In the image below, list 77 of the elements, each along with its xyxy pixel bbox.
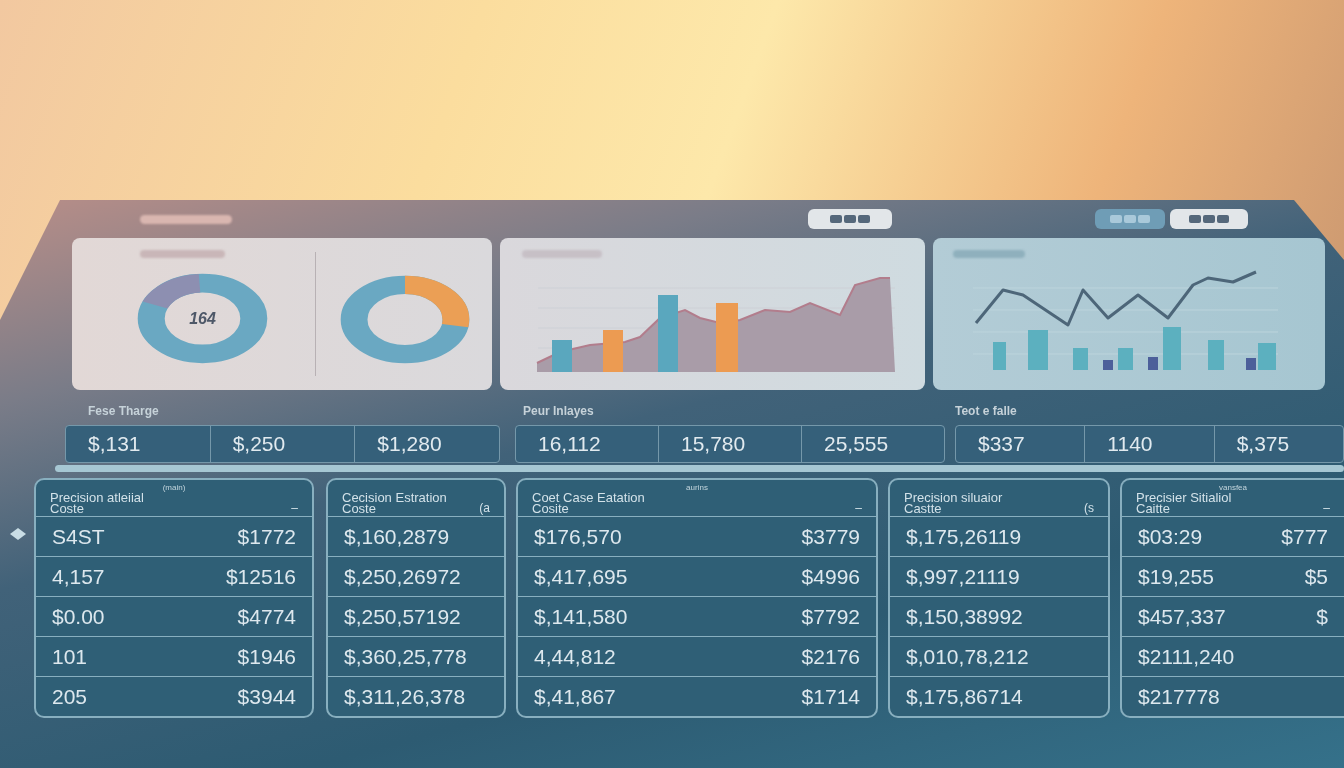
- cost-value: $,160,2879: [344, 523, 450, 550]
- cost-value: $,141,580: [534, 603, 628, 630]
- cost-value: $,250,26972: [344, 563, 461, 590]
- cost-value: $,311,26,378: [344, 683, 466, 710]
- cost-value: 4,44,812: [534, 643, 616, 670]
- corner-mark: –: [855, 502, 862, 514]
- group-label: Fese Tharge: [88, 404, 159, 418]
- column-subtitle: Caitte: [1136, 503, 1170, 514]
- cost-value: 4,157: [52, 563, 105, 590]
- cost-value: $217778: [1138, 683, 1220, 710]
- summary-value: 25,555: [824, 431, 889, 458]
- cost-value: $176,570: [534, 523, 622, 550]
- summary-value: $1,280: [377, 431, 442, 458]
- summary-value: 1140: [1107, 431, 1153, 458]
- column-title: Cecision Estration: [342, 492, 447, 503]
- diamond-icon: [10, 528, 26, 540]
- column-title: Precision atleiial: [50, 492, 144, 503]
- cost-value: $777: [1281, 523, 1328, 550]
- cost-value: $,010,78,212: [906, 643, 1029, 670]
- corner-mark: –: [291, 502, 298, 514]
- column-title: Coet Case Eatation: [532, 492, 645, 503]
- column-subtitle: Coste: [342, 503, 376, 514]
- summary-value: $337: [978, 431, 1025, 458]
- column-note: (main): [162, 483, 186, 492]
- cost-value: 101: [52, 643, 88, 670]
- cost-value: $,175,86714: [906, 683, 1023, 710]
- corner-mark: (a: [479, 502, 490, 514]
- summary-value: $,375: [1236, 431, 1290, 458]
- cost-value: S4ST: [52, 523, 105, 550]
- cost-value: $457,337: [1138, 603, 1226, 630]
- summary-value: $,250: [232, 431, 286, 458]
- cost-value: $5: [1304, 563, 1328, 590]
- cost-value: $1772: [237, 523, 296, 550]
- cost-value: $03:29: [1138, 523, 1203, 550]
- corner-mark: (s: [1084, 502, 1094, 514]
- cost-value: $,150,38992: [906, 603, 1023, 630]
- cost-value: $4774: [237, 603, 296, 630]
- blocks-icon: [1189, 215, 1229, 223]
- cost-value: $,417,695: [534, 563, 628, 590]
- column-note: vansfea: [1219, 483, 1247, 492]
- group-label: Teot e falle: [955, 404, 1017, 418]
- cost-value: 205: [52, 683, 88, 710]
- corner-mark: –: [1323, 502, 1330, 514]
- cost-value: $,175,26119: [906, 523, 1022, 550]
- cost-value: $12516: [225, 563, 296, 590]
- cost-value: $19,255: [1138, 563, 1214, 590]
- cost-value: $7792: [801, 603, 860, 630]
- cost-value: $4996: [801, 563, 860, 590]
- cost-value: $,360,25,778: [344, 643, 467, 670]
- column-title: Precisier Sitialiol: [1136, 492, 1232, 503]
- blocks-icon: [1110, 215, 1150, 223]
- cost-value: $1946: [237, 643, 296, 670]
- cost-value: $,250,57192: [344, 603, 461, 630]
- summary-value: $,131: [88, 431, 141, 458]
- column-title: Precision siluaior: [904, 492, 1003, 503]
- column-subtitle: Coste: [50, 503, 84, 514]
- cost-value: $2111,240: [1138, 643, 1235, 670]
- cost-value: $0.00: [52, 603, 105, 630]
- donut-center-value: 164: [189, 308, 216, 329]
- column-subtitle: Castte: [904, 503, 942, 514]
- cost-value: $: [1316, 603, 1328, 630]
- group-label: Peur Inlayes: [523, 404, 594, 418]
- blurred-chart-title: [953, 250, 1025, 258]
- summary-value: 15,780: [681, 431, 746, 458]
- cost-value: $1714: [801, 683, 860, 710]
- cost-value: $3779: [801, 523, 860, 550]
- toolbar-button[interactable]: [1170, 209, 1248, 229]
- column-note: aurins: [686, 483, 708, 492]
- cost-value: $3944: [237, 683, 296, 710]
- cost-value: $,997,21119: [906, 563, 1020, 590]
- cost-value: $2176: [801, 643, 860, 670]
- blocks-icon: [830, 215, 870, 223]
- summary-value: 16,112: [538, 431, 601, 458]
- toolbar-button[interactable]: [1095, 209, 1165, 229]
- cost-value: $,41,867: [534, 683, 616, 710]
- toolbar-button[interactable]: [808, 209, 892, 229]
- column-subtitle: Cosite: [532, 503, 569, 514]
